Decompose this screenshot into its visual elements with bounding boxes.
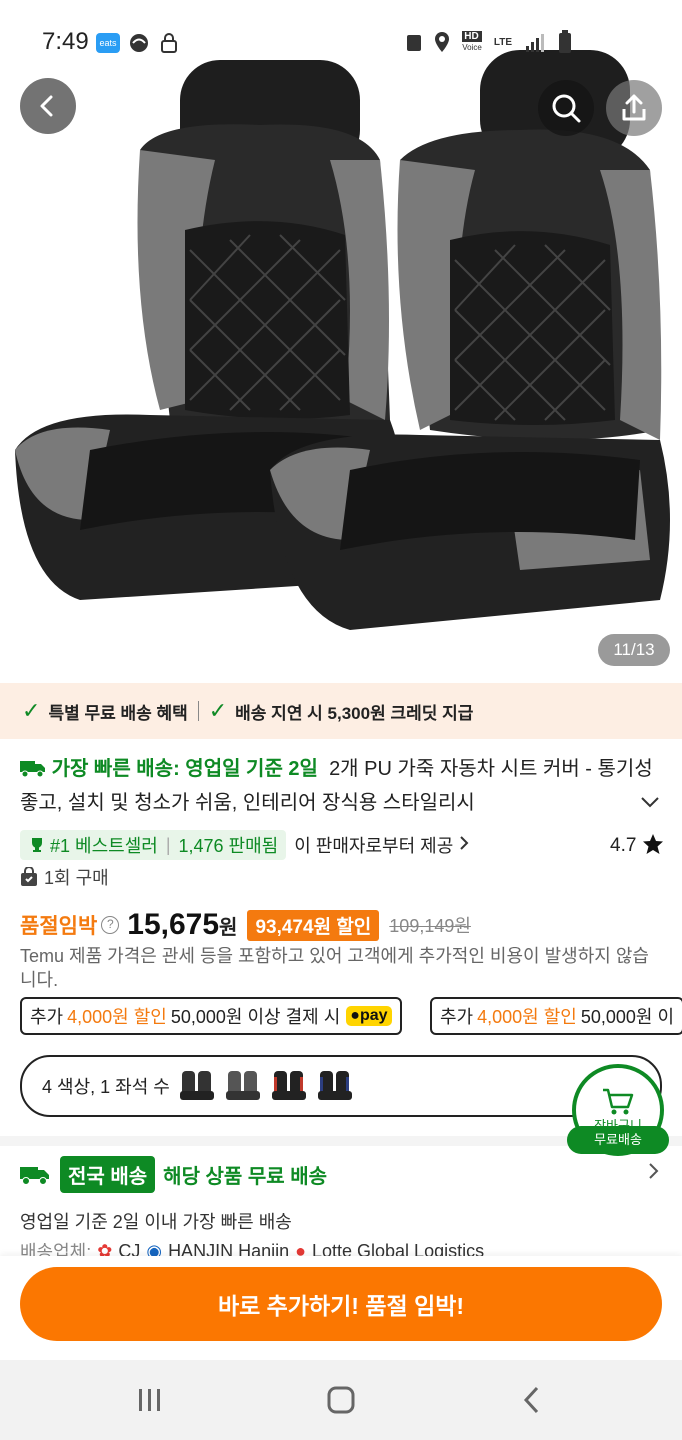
battery-icon — [559, 30, 571, 53]
status-bar: 7:49 eats HD Voice LTE — [0, 0, 682, 86]
color-thumb-1 — [179, 1071, 214, 1100]
chevron-left-icon — [40, 95, 53, 117]
back-icon — [523, 1386, 539, 1414]
purchase-count-row: 1회 구매 — [20, 864, 109, 890]
home-button[interactable] — [321, 1380, 361, 1420]
share-icon — [622, 94, 646, 121]
benefit-free-shipping: 특별 무료 배송 혜택 — [48, 703, 188, 723]
bestseller-badge: #1 베스트셀러 | 1,476 판매됨 — [20, 830, 287, 860]
product-title[interactable]: 가장 빠른 배송: 영업일 기준 2일 2개 PU 가죽 자동차 시트 커버 -… — [20, 752, 660, 820]
system-nav-bar — [0, 1360, 682, 1440]
bestseller-label: #1 베스트셀러 — [50, 836, 158, 856]
sold-count: 1,476 판매됨 — [178, 836, 279, 856]
chevron-right-icon — [459, 835, 469, 856]
tax-note: Temu 제품 가격은 관세 등을 포함하고 있어 고객에게 추가적인 비용이 … — [20, 946, 649, 990]
benefit-delay-credit: 배송 지연 시 5,300원 크레딧 지급 — [235, 703, 474, 723]
promo-chip[interactable]: 추가 4,000원 할인 50,000원 이 — [430, 997, 682, 1035]
rating-value: 4.7 — [610, 835, 637, 856]
promo-prefix: 추가 — [30, 1007, 64, 1027]
discount-badge: 93,474원 할인 — [247, 909, 380, 941]
soldout-label: 품절임박 — [20, 915, 98, 938]
help-icon[interactable]: ? — [101, 916, 120, 934]
share-button[interactable] — [606, 80, 662, 136]
search-button[interactable] — [538, 80, 594, 136]
voice-label: Voice — [462, 43, 482, 52]
eats-app-icon: eats — [96, 33, 120, 53]
nationwide-shipping-badge: 전국 배송 — [60, 1156, 156, 1193]
purchase-count: 1회 구매 — [44, 868, 109, 888]
network-label: LTE — [493, 36, 512, 48]
seller-row[interactable]: #1 베스트셀러 | 1,476 판매됨 이 판매자로부터 제공 — [20, 830, 469, 860]
star-icon — [642, 834, 663, 854]
signal-icon — [526, 34, 544, 52]
hd-voice-indicator: HD Voice — [462, 31, 482, 53]
status-right-icons: HD Voice LTE — [406, 30, 572, 54]
location-icon — [435, 32, 450, 52]
bag-icon — [21, 867, 37, 886]
pay-label: pay — [359, 1007, 388, 1024]
recycle-icon — [407, 35, 422, 51]
back-button[interactable] — [20, 78, 76, 134]
option-label: 4 색상, 1 좌석 수 — [42, 1077, 170, 1097]
promo-amount: 4,000원 할인 — [67, 1007, 167, 1027]
status-time: 7:49 — [42, 28, 89, 55]
truck-icon — [20, 761, 45, 778]
app-notification-icon — [128, 32, 150, 59]
promo-condition: 50,000원 이상 결제 시 — [170, 1007, 341, 1027]
recent-apps-icon — [139, 1389, 160, 1411]
promo-chip[interactable]: 추가 4,000원 할인 50,000원 이상 결제 시 ●pay — [20, 997, 402, 1035]
promo-amount: 4,000원 할인 — [477, 1007, 577, 1027]
image-counter: 11/13 — [598, 634, 670, 666]
shipping-headline: 해당 상품 무료 배송 — [163, 1166, 328, 1188]
truck-icon — [20, 1166, 49, 1185]
rating[interactable]: 4.7 — [610, 833, 664, 857]
add-to-cart-button[interactable]: 바로 추가하기! 품절 임박! — [20, 1267, 662, 1341]
shipping-sub: 영업일 기준 2일 이내 가장 빠른 배송 — [20, 1212, 292, 1232]
promo-condition: 50,000원 이 — [580, 1007, 675, 1027]
shipping-chevron-right-icon[interactable] — [648, 1162, 660, 1186]
promo-prefix: 추가 — [440, 1007, 474, 1027]
color-thumb-4 — [317, 1071, 352, 1100]
color-thumb-3 — [271, 1071, 306, 1100]
kakaopay-badge: ●pay — [346, 1006, 392, 1026]
search-icon — [552, 94, 581, 123]
expand-title-chevron-icon[interactable] — [640, 792, 660, 813]
original-price: 109,149원 — [389, 916, 471, 936]
cart-free-shipping-badge: 무료배송 — [567, 1126, 669, 1154]
option-selector[interactable]: 4 색상, 1 좌석 수 — [20, 1055, 662, 1117]
recent-apps-button[interactable] — [130, 1380, 170, 1420]
lock-icon — [160, 32, 178, 59]
price: 15,675 — [127, 908, 220, 941]
hd-label: HD — [462, 31, 482, 42]
home-icon — [327, 1386, 355, 1414]
benefit-banner[interactable]: ✓ 특별 무료 배송 혜택 ✓ 배송 지연 시 5,300원 크레딧 지급 — [0, 683, 682, 739]
divider: | — [165, 834, 171, 855]
trophy-icon — [32, 838, 42, 852]
shipping-row[interactable]: 전국 배송 해당 상품 무료 배송 — [20, 1156, 327, 1193]
seller-link[interactable]: 이 판매자로부터 제공 — [294, 832, 453, 858]
check-icon: ✓ — [22, 698, 41, 723]
promo-row[interactable]: 추가 4,000원 할인 50,000원 이상 결제 시 ●pay 추가 4,0… — [20, 997, 682, 1037]
check-icon: ✓ — [208, 698, 228, 723]
divider — [197, 701, 199, 721]
price-row: 품절임박 ? 15,675 원 93,474원 할인 109,149원 — [20, 908, 471, 942]
cart-icon — [603, 1088, 634, 1114]
system-back-button[interactable] — [512, 1380, 552, 1420]
price-unit: 원 — [219, 916, 238, 939]
fast-shipping-label: 가장 빠른 배송: 영업일 기준 2일 — [51, 758, 318, 780]
color-thumb-2 — [225, 1071, 260, 1100]
